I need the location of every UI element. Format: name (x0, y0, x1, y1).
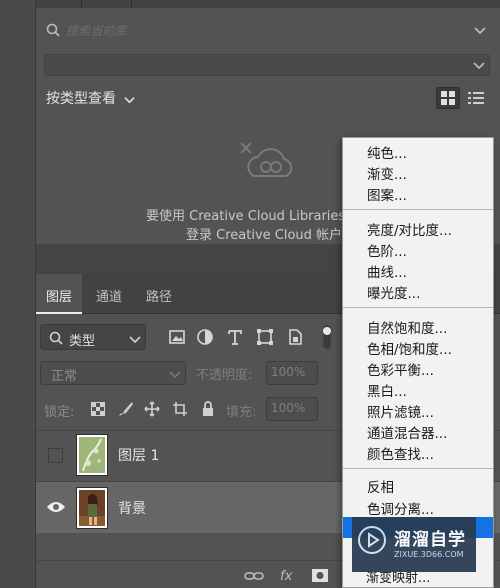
layer-thumbnail (76, 434, 108, 476)
menu-item-channel-mixer[interactable]: 通道混合器... (367, 422, 447, 442)
lock-artboard-icon[interactable] (172, 401, 188, 417)
menu-item-photo-filter[interactable]: 照片滤镜... (367, 401, 434, 421)
menu-separator (343, 468, 493, 469)
chevron-down-icon[interactable] (474, 24, 486, 36)
type-layer-filter-icon[interactable] (226, 328, 244, 346)
library-search[interactable]: 搜索当前库 (44, 18, 496, 44)
panel-top-bar (36, 0, 500, 8)
menu-item-gradient[interactable]: 渐变... (367, 163, 407, 183)
menu-item-brightness-contrast[interactable]: 亮度/对比度... (367, 219, 452, 239)
menu-item-color-lookup[interactable]: 颜色查找... (367, 443, 434, 463)
pixel-layer-filter-icon[interactable] (168, 328, 186, 346)
view-by-type-dropdown[interactable]: 按类型查看 (46, 88, 136, 108)
lock-position-icon[interactable] (144, 401, 160, 417)
chevron-down-icon (169, 371, 181, 379)
layer-thumbnail-image (79, 437, 105, 473)
layer-name[interactable]: 背景 (118, 498, 146, 518)
mask-icon[interactable] (312, 569, 328, 582)
lock-label: 锁定: (44, 405, 75, 420)
visibility-toggle[interactable] (48, 448, 63, 463)
filter-kind-label: 类型 (69, 334, 96, 349)
menu-item-posterize[interactable]: 色调分离... (367, 498, 434, 518)
tab-label: 图层 (46, 290, 73, 305)
grid-view-button[interactable] (436, 87, 460, 109)
fill-field[interactable]: 100% (266, 397, 318, 421)
menu-item-pattern[interactable]: 图案... (367, 184, 407, 204)
library-login-message: 要使用 Creative Cloud Libraries， (146, 209, 359, 224)
menu-item-solid-color[interactable]: 纯色... (367, 142, 407, 162)
fill-value: 100% (271, 401, 306, 415)
layer-name[interactable]: 图层 1 (118, 445, 159, 465)
chevron-down-icon (129, 336, 141, 344)
layer-thumbnail-image (79, 490, 105, 526)
link-icon[interactable] (244, 570, 264, 582)
chevron-down-icon (124, 96, 136, 103)
tab-label: 通道 (96, 290, 123, 305)
opacity-value: 100% (271, 365, 306, 379)
chevron-down-icon (473, 62, 485, 70)
layer-filter-kind-select[interactable]: 类型 (40, 324, 146, 350)
menu-item-levels[interactable]: 色阶... (367, 240, 407, 260)
menu-item-color-balance[interactable]: 色彩平衡... (367, 359, 434, 379)
top-bar-segment (82, 0, 132, 8)
library-select[interactable] (44, 54, 490, 76)
menu-item-invert[interactable]: 反相 (367, 476, 394, 496)
tab-layers[interactable]: 图层 (36, 274, 83, 314)
eye-icon[interactable] (46, 500, 66, 514)
menu-item-vibrance[interactable]: 自然饱和度... (367, 317, 447, 337)
shape-layer-filter-icon[interactable] (256, 328, 274, 346)
top-bar-segment (36, 0, 82, 8)
play-triangle-icon (368, 532, 380, 548)
blend-mode-select[interactable]: 正常 (40, 361, 186, 385)
fill-label: 填充: (226, 405, 257, 420)
play-icon (358, 526, 386, 554)
adjustment-layer-filter-icon[interactable] (196, 328, 214, 346)
watermark-logo: 溜溜自学 ZIXUE.3D66.COM (352, 517, 476, 572)
tab-paths[interactable]: 路径 (136, 274, 182, 314)
list-view-icon (468, 92, 484, 104)
blend-mode-value: 正常 (51, 369, 78, 384)
layer-thumbnail (76, 487, 108, 529)
opacity-field[interactable]: 100% (266, 361, 318, 385)
lock-all-icon[interactable] (200, 401, 216, 417)
left-toolbar-strip (0, 0, 36, 588)
creative-cloud-disconnected-icon (240, 142, 293, 177)
library-search-input[interactable]: 搜索当前库 (66, 22, 126, 39)
tab-channels[interactable]: 通道 (86, 274, 132, 314)
watermark-subtitle: ZIXUE.3D66.COM (394, 550, 464, 559)
lock-image-pixels-icon[interactable] (118, 401, 134, 417)
list-view-button[interactable] (466, 88, 486, 108)
menu-item-black-white[interactable]: 黑白... (367, 380, 407, 400)
lock-transparent-pixels-icon[interactable] (90, 401, 106, 417)
opacity-label: 不透明度: (196, 368, 253, 383)
menu-item-exposure[interactable]: 曝光度... (367, 282, 420, 302)
library-login-link[interactable]: 登录 Creative Cloud 帐户 (186, 224, 342, 243)
menu-separator (343, 307, 493, 308)
fx-icon[interactable]: fx (280, 569, 292, 584)
search-icon (46, 23, 60, 37)
view-by-type-label: 按类型查看 (46, 91, 116, 107)
menu-item-curves[interactable]: 曲线... (367, 261, 407, 281)
grid-view-icon (441, 91, 455, 105)
menu-separator (343, 209, 493, 210)
search-icon (49, 331, 63, 345)
smart-object-filter-icon[interactable] (286, 328, 304, 346)
tab-label: 路径 (146, 290, 173, 305)
menu-item-hue-saturation[interactable]: 色相/饱和度... (367, 338, 452, 358)
filter-toggle-icon[interactable] (322, 324, 332, 350)
watermark-title: 溜溜自学 (394, 530, 466, 550)
